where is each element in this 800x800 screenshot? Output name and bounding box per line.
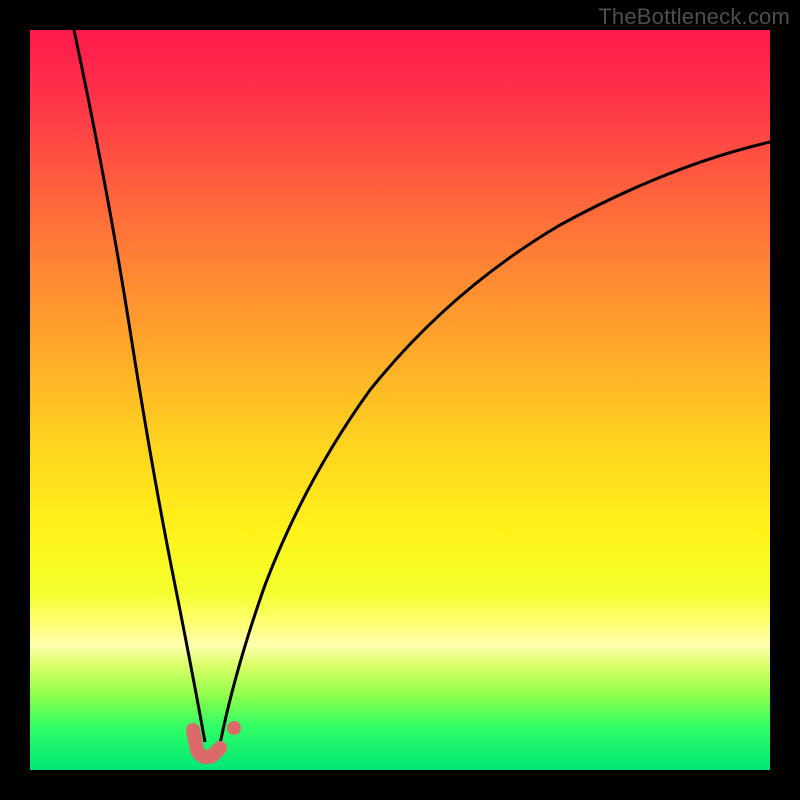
curve-left-branch [74, 30, 205, 742]
chart-frame: TheBottleneck.com [0, 0, 800, 800]
curve-layer [30, 30, 770, 770]
curve-right-branch [220, 142, 770, 744]
valley-blob [193, 730, 220, 757]
plot-area [30, 30, 770, 770]
valley-dot [227, 721, 241, 735]
valley-marker-group [193, 721, 241, 757]
watermark-text: TheBottleneck.com [598, 4, 790, 30]
